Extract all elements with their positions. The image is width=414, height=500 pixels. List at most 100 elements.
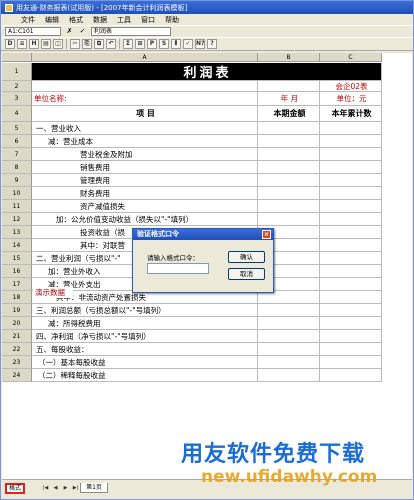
cell-c-row7[interactable] — [320, 148, 382, 161]
cell-b-row2[interactable] — [258, 81, 320, 92]
password-input[interactable] — [147, 263, 209, 274]
row-header[interactable]: 17 — [2, 278, 32, 291]
cell-a-row2[interactable] — [32, 81, 258, 92]
cell-c-row8[interactable] — [320, 161, 382, 174]
cell-c-row19[interactable] — [320, 304, 382, 317]
cell-b-row8[interactable] — [258, 161, 320, 174]
n-help-icon[interactable]: N? — [195, 39, 205, 49]
formula-cancel-icon[interactable]: ✗ — [65, 27, 74, 36]
row-header[interactable]: 14 — [2, 239, 32, 252]
row-header[interactable]: 8 — [2, 161, 32, 174]
format-mode-toggle[interactable]: 格式 — [5, 483, 25, 494]
row-header[interactable]: 9 — [2, 174, 32, 187]
new-file-icon[interactable]: D — [5, 39, 15, 49]
corner-header[interactable] — [2, 53, 32, 62]
row-header[interactable]: 5 — [2, 122, 32, 135]
cell-b-row23[interactable] — [258, 356, 320, 369]
cell-c-row15[interactable] — [320, 252, 382, 265]
row-header[interactable]: 21 — [2, 330, 32, 343]
cell-a-row21[interactable]: 四、净利润（净亏损以"-"号填列） — [32, 330, 258, 343]
cell-c-row16[interactable] — [320, 265, 382, 278]
cell-c-row3[interactable]: 单位：元 — [320, 92, 382, 106]
cell-a-row3[interactable]: 单位名称: — [32, 92, 258, 106]
paste-icon[interactable]: ⧉ — [94, 39, 104, 49]
column-header-a[interactable]: A — [32, 53, 258, 62]
column-header-c[interactable]: C — [320, 53, 382, 62]
row-header[interactable]: 4 — [2, 106, 32, 122]
row-header[interactable]: 6 — [2, 135, 32, 148]
cell-b-row5[interactable] — [258, 122, 320, 135]
cell-b-row12[interactable] — [258, 213, 320, 226]
formula-accept-icon[interactable]: ✓ — [78, 27, 87, 36]
cell-b-row22[interactable] — [258, 343, 320, 356]
row-header[interactable]: 22 — [2, 343, 32, 356]
first-sheet-icon[interactable]: |◀ — [42, 485, 49, 492]
cell-a-row11[interactable]: 资产减值损失 — [32, 200, 258, 213]
cell-c-row9[interactable] — [320, 174, 382, 187]
row-header[interactable]: 7 — [2, 148, 32, 161]
cell-b-row21[interactable] — [258, 330, 320, 343]
report-title-cell[interactable]: 利润表 — [32, 63, 382, 81]
cell-c-row24[interactable] — [320, 369, 382, 382]
row-header[interactable]: 13 — [2, 226, 32, 239]
cell-c-row22[interactable] — [320, 343, 382, 356]
cell-a-row9[interactable]: 管理费用 — [32, 174, 258, 187]
column-header-b[interactable]: B — [258, 53, 320, 62]
menu-edit[interactable]: 编辑 — [45, 15, 59, 25]
cell-b-row9[interactable] — [258, 174, 320, 187]
row-header[interactable]: 2 — [2, 81, 32, 92]
menu-data[interactable]: 数据 — [93, 15, 107, 25]
prev-sheet-icon[interactable]: ◀ — [52, 485, 59, 492]
cell-c-row12[interactable] — [320, 213, 382, 226]
cell-b-row3[interactable]: 年 月 — [258, 92, 320, 106]
open-file-icon[interactable]: ≡ — [17, 39, 27, 49]
cell-b-row24[interactable] — [258, 369, 320, 382]
columns-icon[interactable]: ⦀ — [171, 39, 181, 49]
grid-icon[interactable]: ⊞ — [135, 39, 145, 49]
cut-icon[interactable]: ✂ — [70, 39, 80, 49]
cell-b-row20[interactable] — [258, 317, 320, 330]
undo-icon[interactable]: ↶ — [106, 39, 116, 49]
confirm-button[interactable]: 确认 — [228, 251, 265, 263]
row-header[interactable]: 11 — [2, 200, 32, 213]
cell-b-row11[interactable] — [258, 200, 320, 213]
cell-a-row8[interactable]: 销售费用 — [32, 161, 258, 174]
cell-a-row20[interactable]: 减：所得税费用 — [32, 317, 258, 330]
cell-c-row10[interactable] — [320, 187, 382, 200]
row-header[interactable]: 3 — [2, 92, 32, 106]
cell-b-row7[interactable] — [258, 148, 320, 161]
cell-b-row4[interactable]: 本期金额 — [258, 106, 320, 122]
row-header[interactable]: 1 — [2, 63, 32, 81]
print-icon[interactable]: ▤ — [41, 39, 51, 49]
p-icon[interactable]: P — [147, 39, 157, 49]
cell-c-row17[interactable] — [320, 278, 382, 291]
menu-help[interactable]: 帮助 — [165, 15, 179, 25]
next-sheet-icon[interactable]: ▶ — [62, 485, 69, 492]
s-icon[interactable]: S — [159, 39, 169, 49]
cell-b-row10[interactable] — [258, 187, 320, 200]
cell-reference-box[interactable]: A1:C101 — [5, 27, 61, 36]
row-header[interactable]: 15 — [2, 252, 32, 265]
save-icon[interactable]: H — [29, 39, 39, 49]
close-icon[interactable]: × — [262, 230, 271, 239]
cell-a-row22[interactable]: 五、每股收益： — [32, 343, 258, 356]
cell-c-row2[interactable]: 会企02表 — [320, 81, 382, 92]
print-preview-icon[interactable]: ◫ — [53, 39, 63, 49]
cell-a-row19[interactable]: 三、利润总额（亏损总额以"-"号填列） — [32, 304, 258, 317]
cell-a-row7[interactable]: 营业税金及附加 — [32, 148, 258, 161]
cell-c-row11[interactable] — [320, 200, 382, 213]
cell-a-row12[interactable]: 加：公允价值变动收益（损失以"-"填列） — [32, 213, 258, 226]
cell-a-row23[interactable]: （一）基本每股收益 — [32, 356, 258, 369]
cell-c-row20[interactable] — [320, 317, 382, 330]
cell-a-row24[interactable]: （二）稀释每股收益 — [32, 369, 258, 382]
row-header[interactable]: 23 — [2, 356, 32, 369]
row-header[interactable]: 24 — [2, 369, 32, 382]
cell-a-row10[interactable]: 财务费用 — [32, 187, 258, 200]
menu-format[interactable]: 格式 — [69, 15, 83, 25]
cell-a-row4[interactable]: 项 目 — [32, 106, 258, 122]
menu-tools[interactable]: 工具 — [117, 15, 131, 25]
cell-c-row21[interactable] — [320, 330, 382, 343]
menu-window[interactable]: 窗口 — [141, 15, 155, 25]
cell-c-row13[interactable] — [320, 226, 382, 239]
copy-icon[interactable]: ⎘ — [82, 39, 92, 49]
